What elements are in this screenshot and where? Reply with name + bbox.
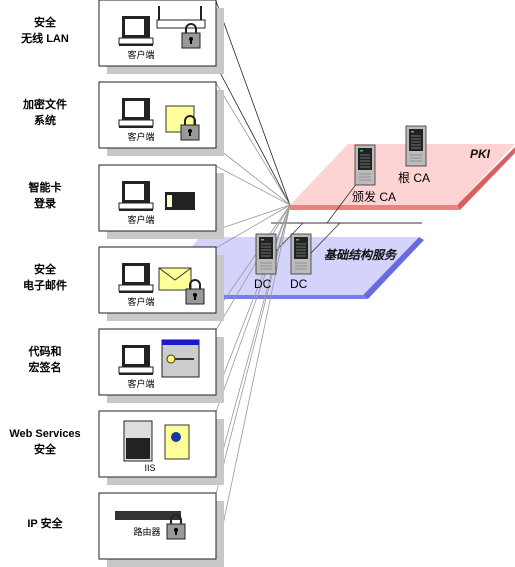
scenario-box [98, 246, 224, 321]
scenario-label: 智能卡 登录 [28, 182, 62, 210]
dc2-server-icon [290, 233, 312, 275]
dc1-server-icon [255, 233, 277, 275]
connector-line [215, 165, 291, 206]
connector-line [215, 204, 291, 395]
scenario-label: 安全 无线 LAN [21, 17, 69, 45]
scenario-box [98, 81, 224, 156]
scenario-label: IP 安全 [27, 518, 63, 530]
connector-line [215, 0, 291, 206]
root-ca-server-icon [405, 125, 427, 167]
root-ca-label: 根 CA [398, 171, 431, 185]
device-caption: 客户端 [127, 297, 155, 307]
scenario-label: 代码和 宏签名 [28, 346, 62, 374]
device-caption: 客户端 [127, 132, 155, 142]
issuing-ca-label: 颁发 CA [352, 190, 397, 204]
dc2-label: DC [290, 277, 308, 291]
scenario-box [98, 328, 224, 403]
device-caption: IIS [144, 463, 156, 473]
scenario-label: Web Services 安全 [9, 428, 81, 456]
pki-diagram: 安全 无线 LAN 客户端 加密文件 系统 客户端 智能卡 登录 客户端 安全 电子邮件 客户… [0, 0, 515, 567]
scenario-boxes [98, 0, 224, 567]
device-caption: 客户端 [127, 50, 155, 60]
device-caption: 客户端 [127, 215, 155, 225]
dc1-label: DC [254, 277, 272, 291]
scenario-box [98, 0, 224, 74]
connector-line [215, 82, 291, 206]
infrastructure-title: 基础结构服务 [324, 248, 397, 262]
scenario-label: 加密文件 系统 [23, 99, 67, 127]
scenario-box [98, 164, 224, 239]
device-caption: 路由器 [133, 527, 161, 537]
connector-line [215, 64, 291, 206]
device-caption: 客户端 [127, 379, 155, 389]
scenario-box [98, 410, 224, 485]
issuing-ca-server-icon [354, 144, 376, 186]
scenario-label: 安全 电子邮件 [23, 264, 67, 292]
pki-title: PKI [470, 147, 491, 161]
connector-line [215, 146, 291, 206]
